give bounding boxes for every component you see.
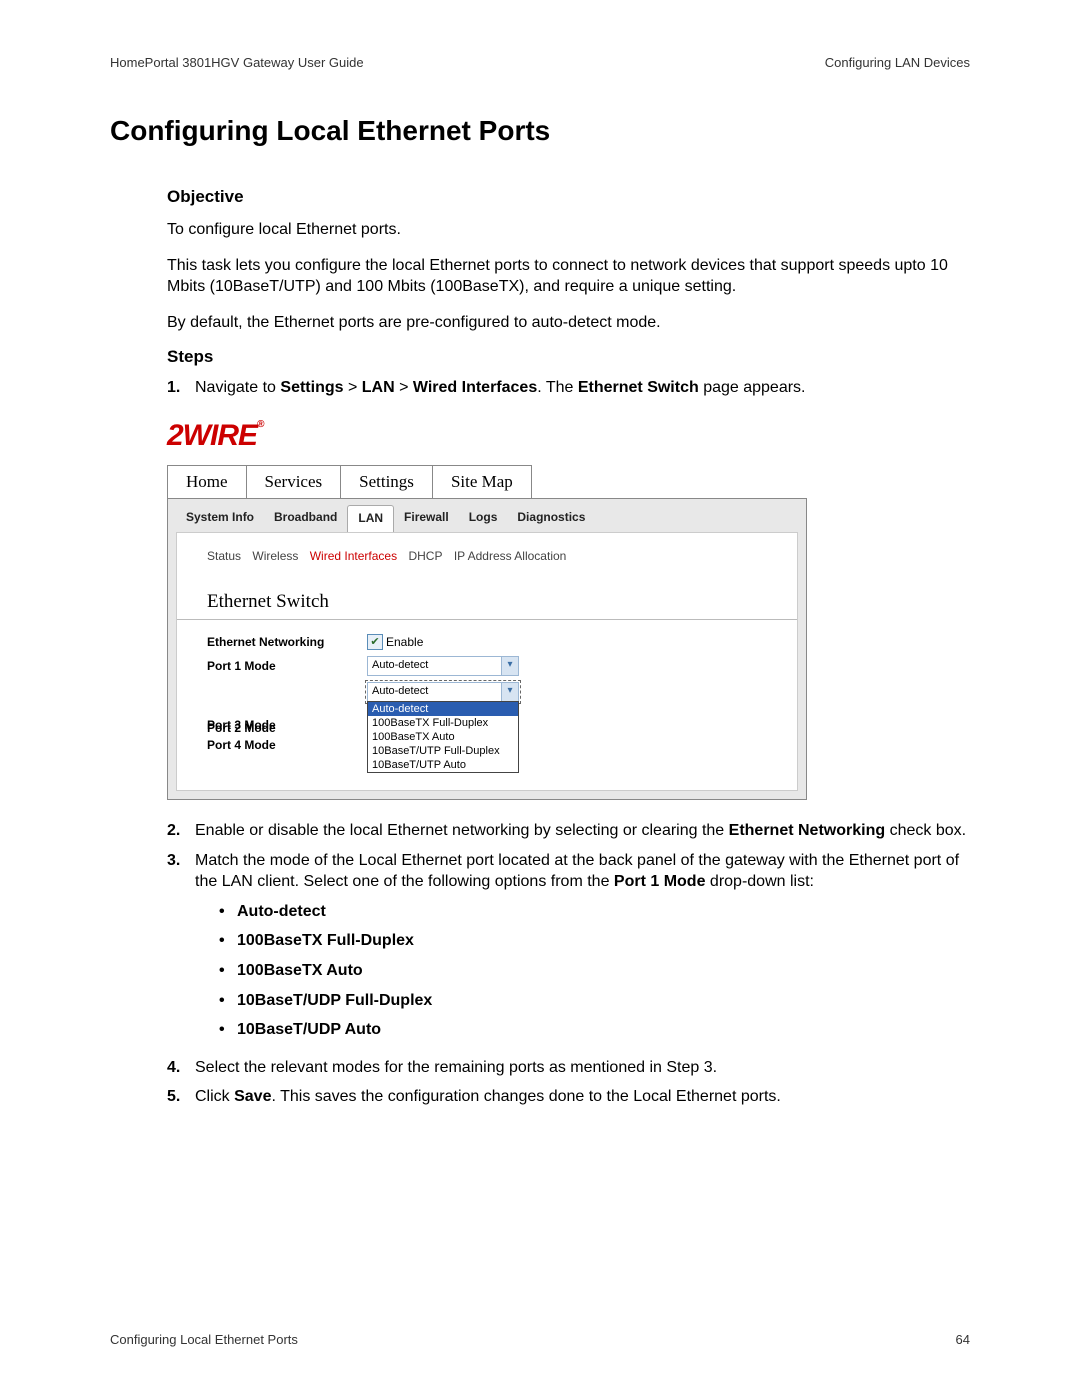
footer-left: Configuring Local Ethernet Ports [110,1332,298,1347]
section-title: Ethernet Switch [207,591,777,613]
port3-label: Port 3 Mode [207,718,367,732]
objective-line2: This task lets you configure the local E… [167,255,970,298]
steps-heading: Steps [167,347,970,367]
list-item: Auto-detect [219,901,970,923]
section-divider [177,619,797,620]
header-right: Configuring LAN Devices [825,55,970,70]
objective-line1: To configure local Ethernet ports. [167,219,970,241]
page-footer: Configuring Local Ethernet Ports 64 [110,1332,970,1347]
page-header: HomePortal 3801HGV Gateway User Guide Co… [110,55,970,70]
secondary-tabs: System Info Broadband LAN Firewall Logs … [168,499,806,532]
step-1: 1. Navigate to Settings > LAN > Wired In… [167,377,970,399]
footer-page-number: 64 [956,1332,970,1347]
port4-label: Port 4 Mode [207,738,367,752]
primary-tabs: Home Services Settings Site Map [167,465,807,499]
subtab-diagnostics[interactable]: Diagnostics [507,505,595,531]
logo-2wire: 2WIRE® [167,419,807,453]
tab-home[interactable]: Home [167,465,247,498]
page-title: Configuring Local Ethernet Ports [110,115,970,147]
tertiary-status[interactable]: Status [207,549,241,563]
step-number: 5. [167,1086,195,1108]
tertiary-wireless[interactable]: Wireless [252,549,298,563]
chevron-down-icon: ▾ [501,683,518,701]
dropdown-option[interactable]: 100BaseTX Auto [368,730,518,744]
objective-heading: Objective [167,187,970,207]
ethernet-networking-label: Ethernet Networking [207,635,367,649]
screenshot-panel: 2WIRE® Home Services Settings Site Map S… [167,419,807,800]
subtab-logs[interactable]: Logs [459,505,508,531]
step-number: 3. [167,850,195,1049]
subtab-firewall[interactable]: Firewall [394,505,459,531]
subtab-broadband[interactable]: Broadband [264,505,347,531]
subtab-system-info[interactable]: System Info [176,505,264,531]
step-number: 2. [167,820,195,842]
dropdown-option[interactable]: 100BaseTX Full-Duplex [368,716,518,730]
tertiary-dhcp[interactable]: DHCP [408,549,442,563]
step-3: 3. Match the mode of the Local Ethernet … [167,850,970,1049]
step-5: 5. Click Save. This saves the configurat… [167,1086,970,1108]
tertiary-ip-allocation[interactable]: IP Address Allocation [454,549,567,563]
list-item: 100BaseTX Full-Duplex [219,930,970,952]
objective-line3: By default, the Ethernet ports are pre-c… [167,312,970,334]
list-item: 100BaseTX Auto [219,960,970,982]
tab-sitemap[interactable]: Site Map [432,465,532,498]
dropdown-option[interactable]: 10BaseT/UTP Auto [368,758,518,772]
dropdown-option[interactable]: 10BaseT/UTP Full-Duplex [368,744,518,758]
subtab-lan[interactable]: LAN [347,505,394,532]
port2-dropdown-open: Auto-detect 100BaseTX Full-Duplex 100Bas… [367,701,519,773]
step-4: 4. Select the relevant modes for the rem… [167,1057,970,1079]
list-item: 10BaseT/UDP Auto [219,1019,970,1041]
tertiary-wired-interfaces[interactable]: Wired Interfaces [310,549,397,563]
header-left: HomePortal 3801HGV Gateway User Guide [110,55,364,70]
port2-mode-select[interactable]: Auto-detect ▾ [367,682,519,702]
dropdown-option[interactable]: Auto-detect [368,702,518,716]
port1-label: Port 1 Mode [207,659,367,673]
step-number: 4. [167,1057,195,1079]
tab-services[interactable]: Services [246,465,342,498]
tertiary-nav: Status Wireless Wired Interfaces DHCP IP… [207,549,777,563]
enable-label: Enable [386,635,423,649]
tab-settings[interactable]: Settings [340,465,433,498]
enable-checkbox[interactable]: ✔ [367,634,383,650]
step-2: 2. Enable or disable the local Ethernet … [167,820,970,842]
list-item: 10BaseT/UDP Full-Duplex [219,990,970,1012]
step-number: 1. [167,377,195,399]
chevron-down-icon: ▾ [501,657,518,675]
port1-mode-select[interactable]: Auto-detect ▾ [367,656,519,676]
